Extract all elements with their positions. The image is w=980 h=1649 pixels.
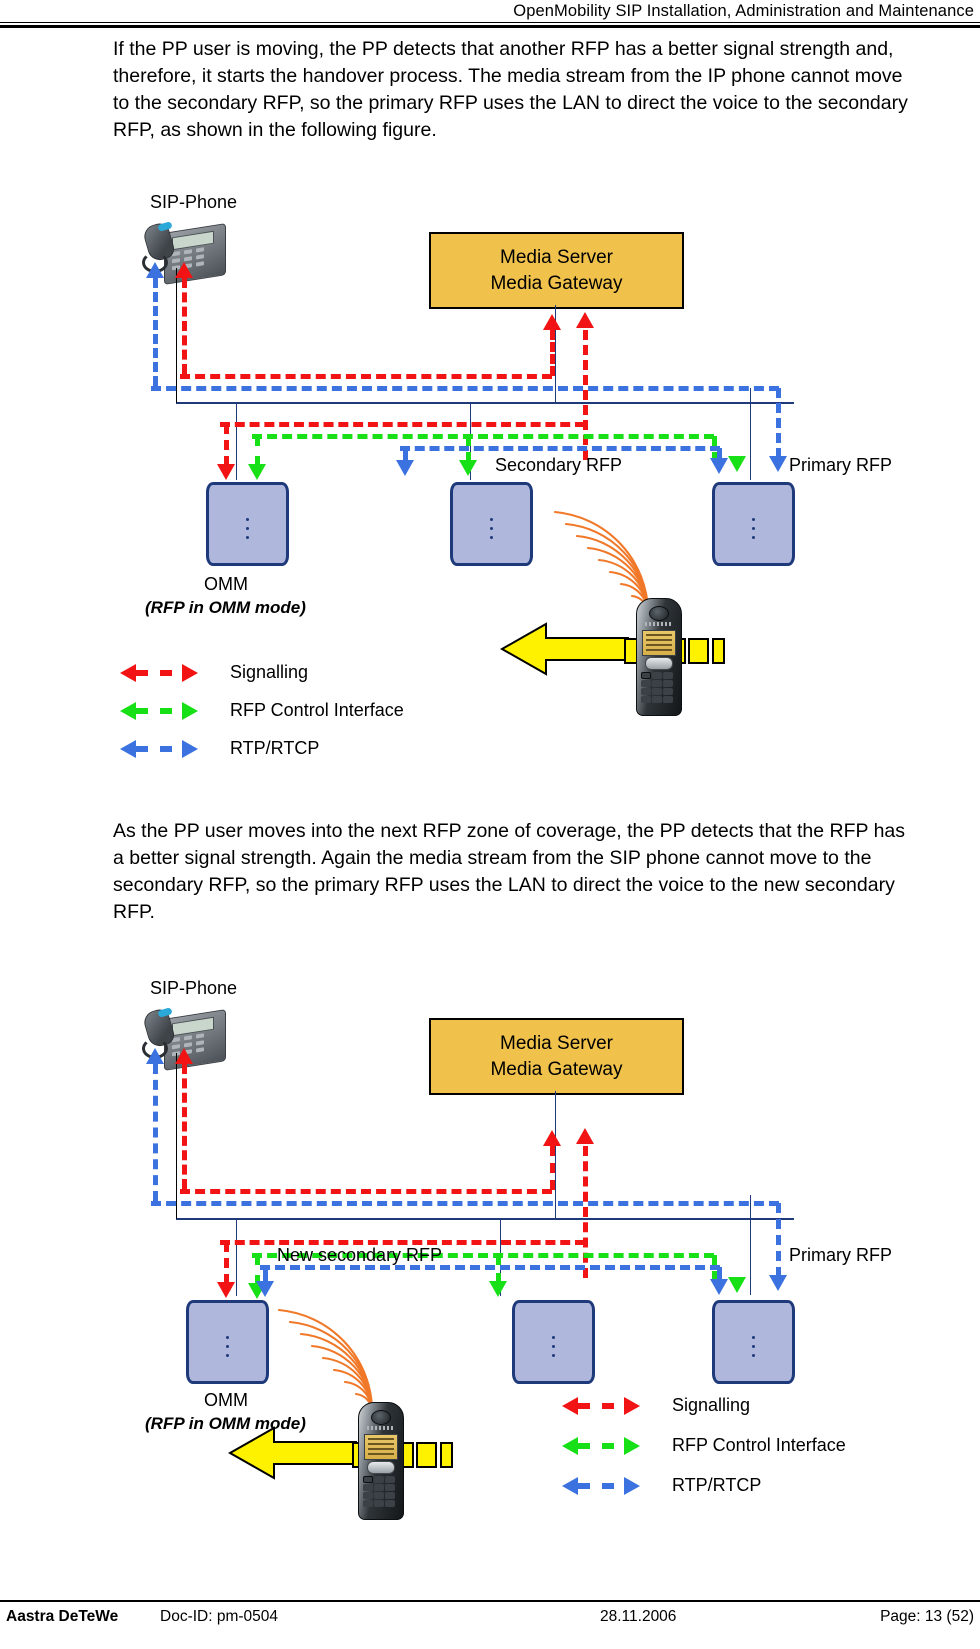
new-secondary-rfp-label: New secondary RFP: [277, 1245, 443, 1265]
arrow-rtp-to-new-secondary: [256, 1281, 274, 1297]
figure-handover-to-new-secondary-rfp: SIP-Phone Media Server Media Gateway New…: [0, 0, 980, 1520]
dect-handset-icon-2: [358, 1402, 404, 1520]
arrow-signalling-to-new-secondary: [217, 1282, 235, 1298]
motion-trail-bar-2: [688, 638, 709, 664]
legend-arrow-signalling-icon: [120, 664, 198, 682]
rfp-box-middle-2: [512, 1300, 595, 1384]
lan-drop-new-secondary: [236, 1218, 237, 1296]
media-server-gateway-box-2: Media Server Media Gateway: [429, 1018, 684, 1095]
footer-date: 28.11.2006: [600, 1608, 677, 1625]
lan-drop-primary-2: [750, 1195, 751, 1295]
lan-drop-media-2: [555, 1091, 556, 1219]
rtp-vertical-sip-2: [153, 1064, 158, 1201]
legend-label-signalling-2: Signalling: [672, 1395, 751, 1415]
arrow-rtp-to-primary-branch-2: [710, 1279, 728, 1295]
legend-arrow-rfp-control-icon: [120, 702, 198, 720]
legend-arrow-rfp-control-icon-2: [562, 1437, 640, 1455]
legend-label-rtp-rtcp-2: RTP/RTCP: [672, 1475, 762, 1495]
omm-sub-label: (RFP in OMM mode): [145, 598, 306, 617]
signalling-vertical-media-left-2: [550, 1146, 555, 1190]
legend-label-rfp-control-2: RFP Control Interface: [672, 1435, 846, 1455]
motion-trail-bar-3: [712, 638, 725, 664]
page-footer: Aastra DeTeWe Doc-ID: pm-0504 28.11.2006…: [0, 1608, 980, 1638]
sip-phone-label-2: SIP-Phone: [150, 978, 238, 998]
legend-label-signalling: Signalling: [230, 662, 309, 682]
footer-company: Aastra DeTeWe: [6, 1608, 119, 1625]
footer-page-number: Page: 13 (52): [880, 1608, 974, 1625]
media-box-line1-2: Media Server: [500, 1032, 613, 1054]
media-box-line2-2: Media Gateway: [490, 1058, 623, 1080]
signalling-vertical-sip-2: [182, 1064, 187, 1189]
legend-label-rtp-rtcp: RTP/RTCP: [230, 738, 320, 758]
rfp-box-new-secondary: [186, 1300, 269, 1384]
arrow-rtp-to-sip-phone-2: [146, 1048, 164, 1064]
motion-arrow-icon-2: [228, 1426, 357, 1480]
signalling-vertical-media-right-2: [583, 1146, 588, 1278]
signalling-horizontal-upper-2: [180, 1189, 552, 1194]
arrow-rtp-to-primary-2: [769, 1275, 787, 1291]
rtp-vertical-primary-2: [776, 1203, 781, 1277]
legend-label-rfp-control: RFP Control Interface: [230, 700, 404, 720]
arrow-signalling-to-media-left-2: [543, 1130, 561, 1146]
arrow-signalling-to-sip-phone-2: [175, 1048, 193, 1064]
paragraph-second: As the PP user moves into the next RFP z…: [113, 820, 906, 923]
footer-rule: [0, 1600, 980, 1602]
arrow-rfp-control-to-middle-2: [489, 1281, 507, 1297]
lan-drop-sip-2: [176, 1053, 177, 1219]
arrow-signalling-to-media-right-2: [576, 1128, 594, 1144]
radio-waves-icon-2: [277, 1308, 374, 1412]
footer-doc-id: Doc-ID: pm-0504: [160, 1608, 279, 1625]
arrow-rfp-control-to-primary-2: [728, 1277, 746, 1293]
motion-arrow-icon: [500, 622, 629, 676]
omm-label-2: OMM: [204, 1390, 248, 1410]
primary-rfp-label-2: Primary RFP: [789, 1245, 892, 1265]
motion-trail-bar-2-2: [416, 1442, 437, 1468]
motion-trail-bar-3-2: [440, 1442, 453, 1468]
lan-backbone-2: [176, 1218, 794, 1220]
rfp-box-primary-2: [712, 1300, 795, 1384]
dect-handset-icon: [636, 598, 682, 716]
document-page: OpenMobility SIP Installation, Administr…: [0, 0, 980, 1649]
rtp-horizontal-upper-2: [151, 1201, 779, 1206]
legend-arrow-rtp-rtcp-icon: [120, 740, 198, 758]
legend-arrow-signalling-icon-2: [562, 1397, 640, 1415]
signalling-vertical-new-secondary: [224, 1242, 229, 1284]
legend-arrow-rtp-rtcp-icon-2: [562, 1477, 640, 1495]
